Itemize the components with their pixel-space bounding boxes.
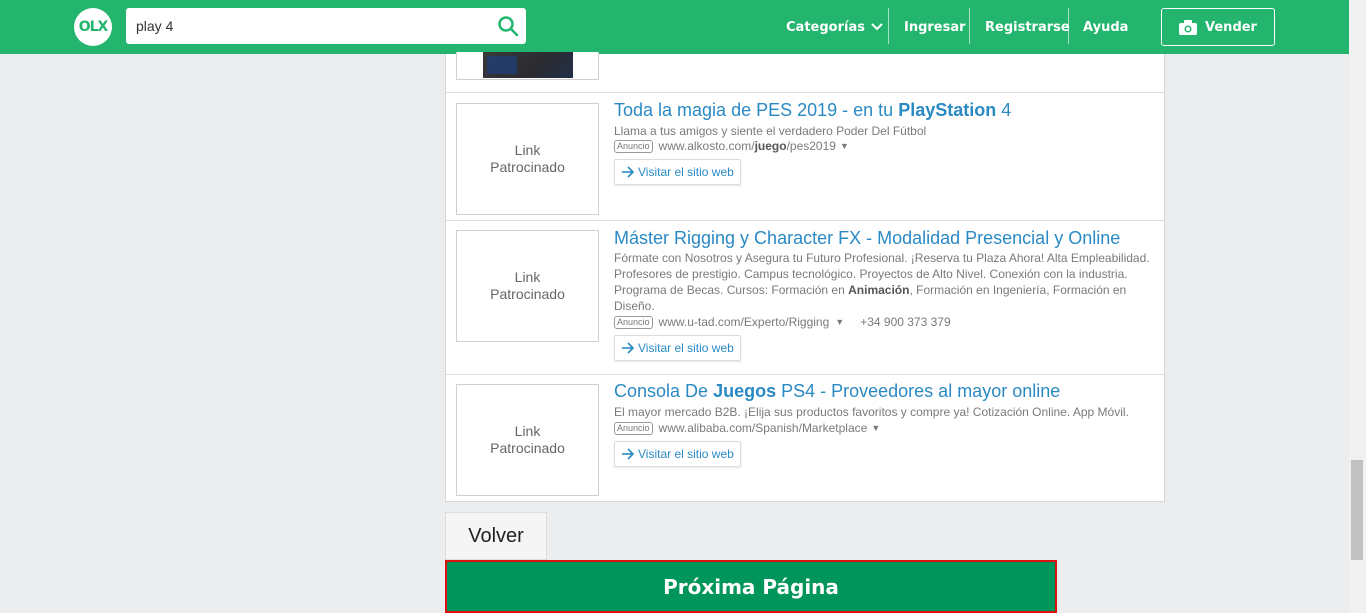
ad-url[interactable]: Anuncio www.u-tad.com/Experto/Rigging ▼ … (614, 315, 951, 329)
ad-description: Llama a tus amigos y siente el verdadero… (614, 124, 927, 138)
sponsored-ad: Link Patrocinado Máster Rigging y Charact… (446, 221, 1164, 375)
dropdown-arrow-icon[interactable]: ▼ (871, 423, 880, 433)
visit-site-button[interactable]: Visitar el sitio web (614, 159, 741, 185)
olx-logo[interactable]: OLX (74, 8, 112, 46)
ad-title-link[interactable]: Consola De Juegos PS4 - Proveedores al m… (614, 381, 1060, 402)
search-input[interactable] (126, 8, 476, 44)
sponsored-thumbnail: Link Patrocinado (456, 230, 599, 342)
arrow-right-icon (622, 448, 635, 460)
nav-ayuda[interactable]: Ayuda (1083, 20, 1128, 35)
dropdown-arrow-icon[interactable]: ▼ (840, 141, 849, 151)
next-page-button[interactable]: Próxima Página (445, 560, 1057, 613)
search-icon[interactable] (496, 14, 520, 38)
arrow-right-icon (622, 342, 635, 354)
ad-url[interactable]: Anuncio www.alibaba.com/Spanish/Marketpl… (614, 421, 880, 435)
scrollbar-thumb[interactable] (1351, 460, 1363, 560)
search-box (126, 8, 526, 44)
nav-ingresar[interactable]: Ingresar (904, 20, 966, 35)
volver-button[interactable]: Volver (445, 512, 547, 560)
list-item (446, 52, 1164, 93)
visit-site-button[interactable]: Visitar el sitio web (614, 335, 741, 361)
listing-thumbnail[interactable] (456, 52, 599, 80)
nav-divider (888, 8, 889, 44)
ad-description: El mayor mercado B2B. ¡Elija sus product… (614, 405, 1129, 419)
console-image (483, 52, 573, 78)
nav-registrarse[interactable]: Registrarse (985, 20, 1070, 35)
chevron-down-icon (871, 23, 883, 31)
ad-badge: Anuncio (614, 139, 653, 153)
sponsored-thumbnail: Link Patrocinado (456, 384, 599, 496)
results-panel: Link Patrocinado Toda la magia de PES 201… (445, 52, 1165, 502)
top-header: OLX Categorías Ingresar Registrarse Ayud… (0, 0, 1349, 54)
nav-divider (1068, 8, 1069, 44)
ad-title-link[interactable]: Toda la magia de PES 2019 - en tu PlaySt… (614, 100, 1011, 121)
vender-button[interactable]: Vender (1161, 8, 1275, 46)
sponsored-ad: Link Patrocinado Toda la magia de PES 201… (446, 93, 1164, 221)
ad-badge: Anuncio (614, 315, 653, 329)
ad-url[interactable]: Anuncio www.alkosto.com/juego/pes2019 ▼ (614, 139, 849, 153)
nav-divider (969, 8, 970, 44)
sponsored-thumbnail: Link Patrocinado (456, 103, 599, 215)
nav-categorias[interactable]: Categorías (786, 20, 884, 35)
ad-title-link[interactable]: Máster Rigging y Character FX - Modalida… (614, 228, 1120, 249)
ad-phone[interactable]: +34 900 373 379 (860, 315, 950, 329)
ad-description: Fórmate con Nosotros y Asegura tu Futuro… (614, 251, 1150, 313)
ad-badge: Anuncio (614, 421, 653, 435)
camera-icon (1179, 19, 1198, 35)
visit-site-button[interactable]: Visitar el sitio web (614, 441, 741, 467)
sponsored-ad: Link Patrocinado Consola De Juegos PS4 - … (446, 375, 1164, 502)
arrow-right-icon (622, 166, 635, 178)
dropdown-arrow-icon[interactable]: ▼ (835, 317, 844, 327)
